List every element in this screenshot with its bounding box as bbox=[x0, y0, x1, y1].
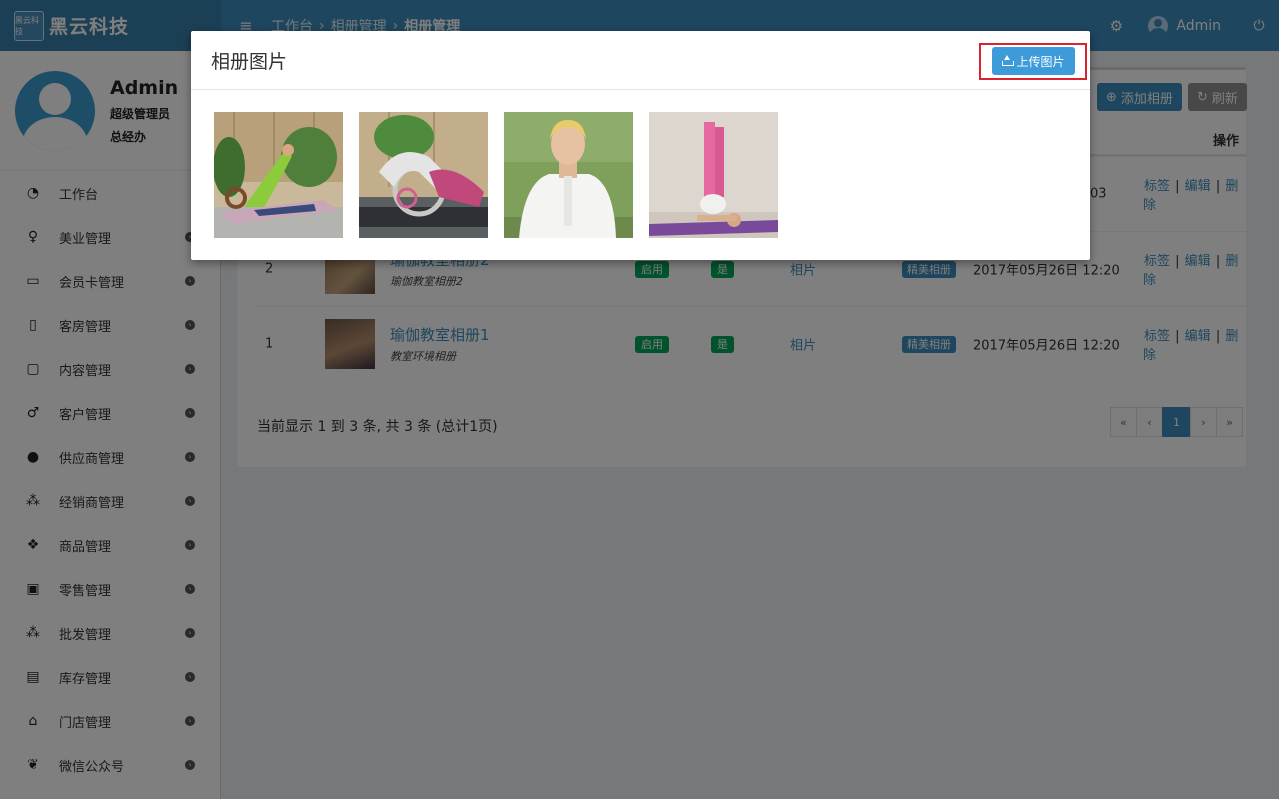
modal-header: 相册图片 bbox=[191, 31, 1090, 90]
photo-gallery bbox=[214, 112, 778, 238]
upload-photo-label: 上传图片 bbox=[1016, 54, 1065, 69]
gallery-photo[interactable] bbox=[214, 112, 343, 238]
gallery-photo[interactable] bbox=[649, 112, 778, 238]
gallery-photo[interactable] bbox=[359, 112, 488, 238]
gallery-photo[interactable] bbox=[504, 112, 633, 238]
album-photos-modal: 相册图片 上传图片 bbox=[191, 31, 1090, 260]
upload-icon bbox=[1002, 55, 1015, 66]
upload-photo-button[interactable]: 上传图片 bbox=[992, 47, 1075, 75]
modal-title: 相册图片 bbox=[211, 50, 288, 73]
